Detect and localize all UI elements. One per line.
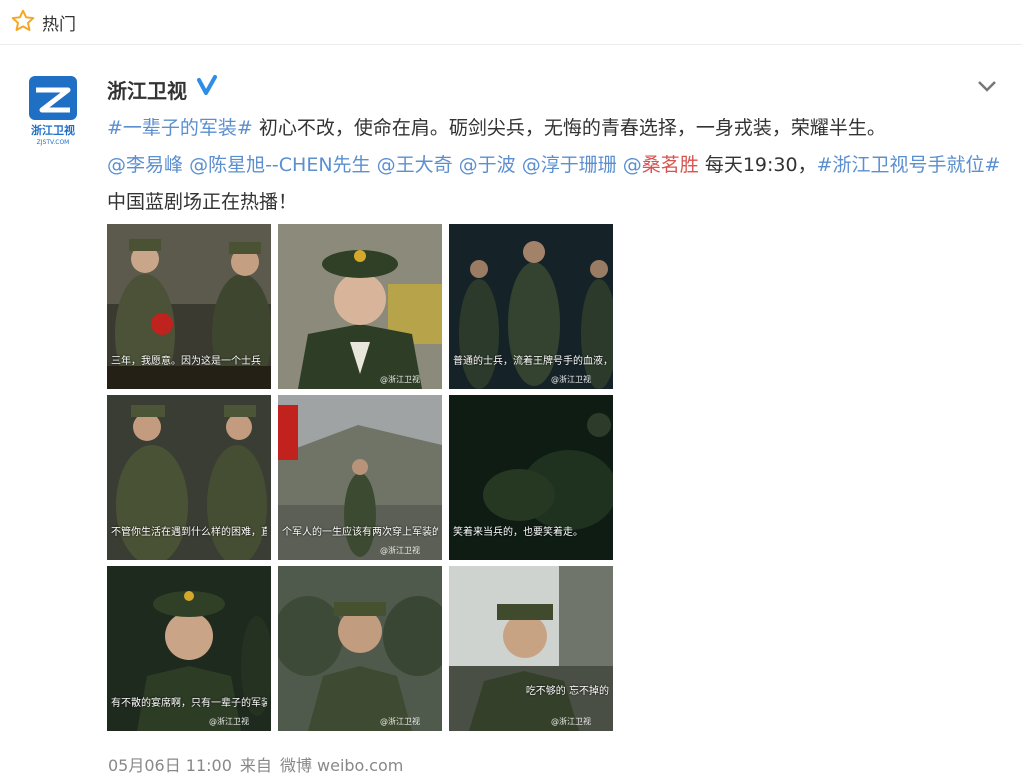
mention-link[interactable]: @陈星旭--CHEN先生 <box>189 154 370 176</box>
post-text: #一辈子的军装# 初心不改，使命在肩。砺剑尖兵，无悔的青春选择，一身戎装，荣耀半… <box>107 110 1002 221</box>
hashtag-link[interactable]: #一辈子的军装# <box>107 117 253 139</box>
author-name[interactable]: 浙江卫视 <box>107 75 187 104</box>
post-image-9[interactable]: 吃不够的 忘不掉的 @浙江卫视 <box>449 566 613 731</box>
post-image-4[interactable]: 不管你生活在遇到什么样的困难，直了，你给我杵在那儿 <box>107 395 271 560</box>
hot-label: 热门 <box>42 15 76 35</box>
verified-badge-icon <box>197 75 217 95</box>
image-caption: 吃不够的 忘不掉的 <box>525 686 609 697</box>
post-image-1[interactable]: 三年，我愿意。因为这是一个士兵 <box>107 224 271 389</box>
post-footer: 05月06日 11:00 来自 微博 weibo.com <box>108 752 411 776</box>
post-text-segment: 中国蓝剧场正在热播！ <box>107 191 298 213</box>
post-text-segment: 每天19:30， <box>698 154 817 176</box>
mention-link[interactable]: @于波 <box>459 154 516 176</box>
hashtag-link[interactable]: #浙江卫视号手就位# <box>817 154 1001 176</box>
avatar[interactable]: 浙江卫视 ZJSTV.COM <box>22 76 84 146</box>
post-image-2[interactable]: @浙江卫视 <box>278 224 442 389</box>
post-image-3[interactable]: 普通的士兵，流着王牌号手的血液，你是火箭 @浙江卫视 <box>449 224 613 389</box>
image-caption: 笑着来当兵的，也要笑着走。 <box>453 527 583 538</box>
image-watermark: @浙江卫视 <box>380 546 420 555</box>
image-caption: 有不散的宴席啊，只有一辈子的军装 <box>111 698 267 709</box>
mention-at: @ <box>622 154 642 176</box>
image-caption: 三年，我愿意。因为这是一个士兵 <box>111 356 261 367</box>
mention-link[interactable]: @李易峰 <box>107 154 183 176</box>
mention-link[interactable]: @桑茗胜 <box>623 154 699 176</box>
source-prefix: 来自 <box>239 756 272 775</box>
image-grid: 三年，我愿意。因为这是一个士兵 @浙江卫视 普通的士兵，流着王牌号手的血液，你是… <box>107 224 614 732</box>
image-caption: 个军人的一生应该有两次穿上军装的机会，一次是新兵入伍，第二次就是脱下 <box>282 527 438 538</box>
mention-link[interactable]: @王大奇 <box>377 154 453 176</box>
post-image-7[interactable]: 有不散的宴席啊，只有一辈子的军装 @浙江卫视 <box>107 566 271 731</box>
avatar-subtext: ZJSTV.COM <box>37 139 70 146</box>
image-caption: 不管你生活在遇到什么样的困难，直了，你给我杵在那儿 <box>111 527 267 538</box>
image-watermark: @浙江卫视 <box>551 717 591 726</box>
post-date[interactable]: 05月06日 11:00 <box>108 756 232 775</box>
mention-name-highlight: 桑茗胜 <box>641 154 699 176</box>
image-watermark: @浙江卫视 <box>551 375 591 384</box>
top-bar: 热门 <box>0 0 1022 45</box>
post-image-5[interactable]: 个军人的一生应该有两次穿上军装的机会，一次是新兵入伍，第二次就是脱下 @浙江卫视 <box>278 395 442 560</box>
image-watermark: @浙江卫视 <box>209 717 249 726</box>
chevron-down-icon[interactable] <box>976 78 998 94</box>
image-watermark: @浙江卫视 <box>380 717 420 726</box>
image-caption: 普通的士兵，流着王牌号手的血液，你是火箭 <box>453 356 609 367</box>
post-image-6[interactable]: 笑着来当兵的，也要笑着走。 <box>449 395 613 560</box>
post-text-segment: 初心不改，使命在肩。砺剑尖兵，无悔的青春选择，一身戎装，荣耀半生。 <box>252 117 886 139</box>
image-watermark: @浙江卫视 <box>380 375 420 384</box>
star-icon <box>11 9 35 31</box>
avatar-text: 浙江卫视 <box>31 123 75 137</box>
post-image-8[interactable]: @浙江卫视 <box>278 566 442 731</box>
mention-link[interactable]: @淳于珊珊 <box>522 154 617 176</box>
post-source[interactable]: 微博 weibo.com <box>280 756 403 775</box>
